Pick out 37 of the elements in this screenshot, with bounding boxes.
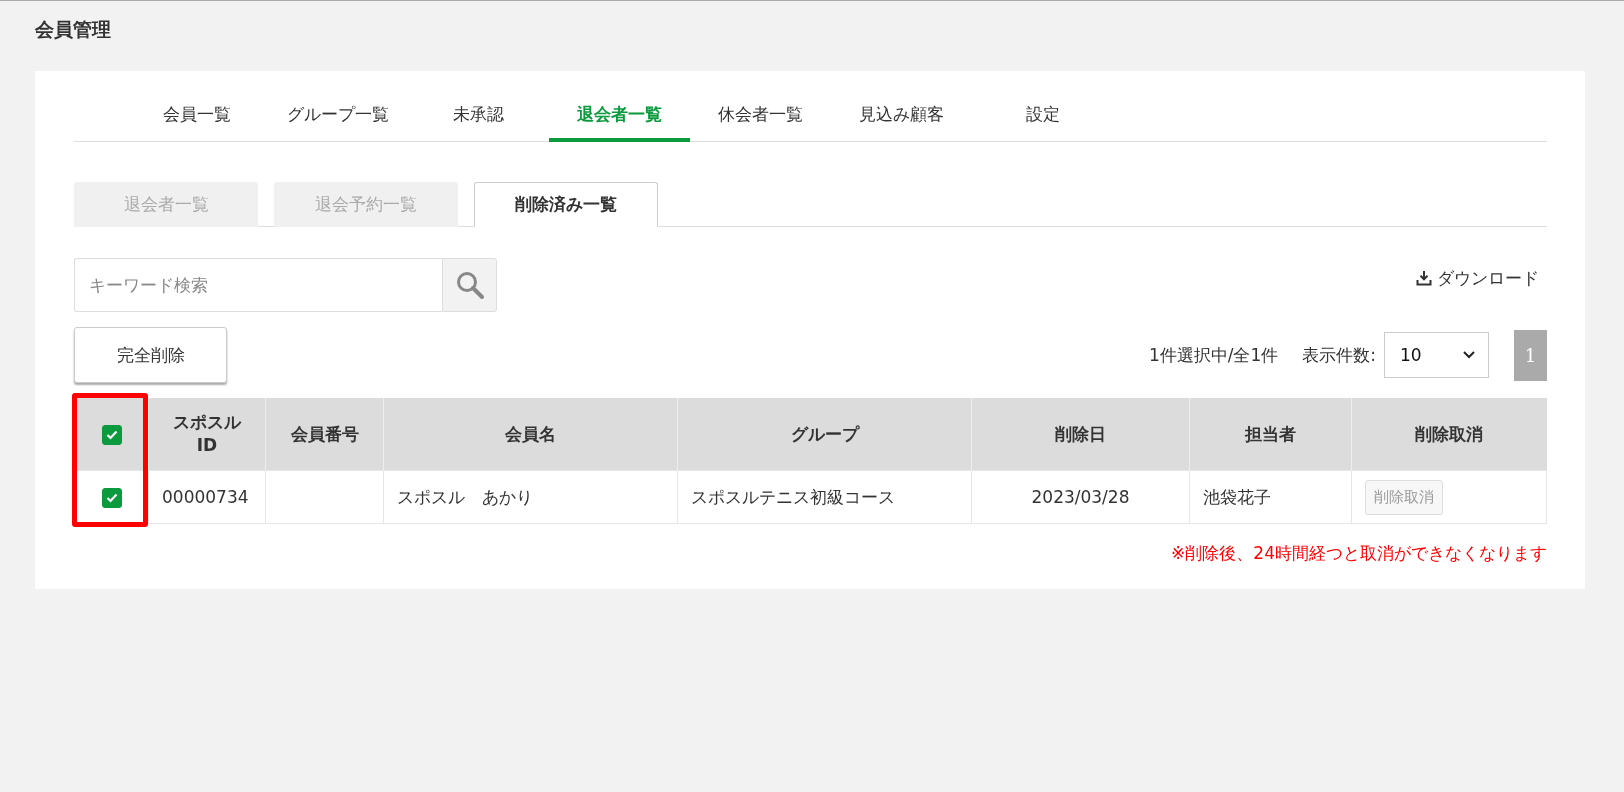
search-icon <box>454 270 485 300</box>
selection-count: 1件選択中/全1件 <box>1148 343 1279 367</box>
download-icon <box>1416 270 1432 286</box>
column-header: 会員番号 <box>265 398 384 471</box>
column-header: グループ <box>677 398 972 471</box>
column-header: 削除取消 <box>1351 398 1547 471</box>
column-header: 会員名 <box>383 398 678 471</box>
search-button[interactable] <box>442 258 497 312</box>
tab[interactable]: 会員一覧 <box>126 90 267 142</box>
download-label: ダウンロード <box>1437 266 1539 290</box>
tab[interactable]: 見込み顧客 <box>831 90 972 142</box>
sub-tab[interactable]: 削除済み一覧 <box>474 182 658 227</box>
chevron-icon <box>1462 350 1476 360</box>
table-cell: 2023/03/28 <box>971 470 1190 524</box>
check-icon <box>105 492 118 503</box>
tab[interactable]: 休会者一覧 <box>690 90 831 142</box>
column-header: スポスル ID <box>148 398 266 471</box>
tab[interactable]: 退会者一覧 <box>549 90 690 142</box>
search-field[interactable]: キーワード検索 <box>74 258 442 312</box>
delete-button[interactable]: 完全削除 <box>74 327 227 383</box>
column-header: 担当者 <box>1189 398 1352 471</box>
page-title: 会員管理 <box>34 17 112 42</box>
tab[interactable]: 設定 <box>972 90 1113 142</box>
tab[interactable]: グループ一覧 <box>267 90 408 142</box>
warning-note: ※削除後、24時間経つと取消ができなくなります <box>1170 542 1547 565</box>
download-link[interactable]: ダウンロード <box>1416 266 1539 290</box>
per-page-label: 表示件数: <box>1302 343 1376 367</box>
table-cell: スポスルテニス初級コース <box>677 470 972 524</box>
checkbox[interactable] <box>101 424 122 445</box>
table-cell: 池袋花子 <box>1189 470 1352 524</box>
tab[interactable]: 未承認 <box>408 90 549 142</box>
checkbox[interactable] <box>101 487 122 508</box>
per-page-select[interactable]: 10 <box>1384 332 1489 378</box>
table-cell: スポスル あかり <box>383 470 678 524</box>
table-cell: 00000734 <box>148 470 266 524</box>
check-icon <box>105 429 118 440</box>
column-header: 削除日 <box>971 398 1190 471</box>
